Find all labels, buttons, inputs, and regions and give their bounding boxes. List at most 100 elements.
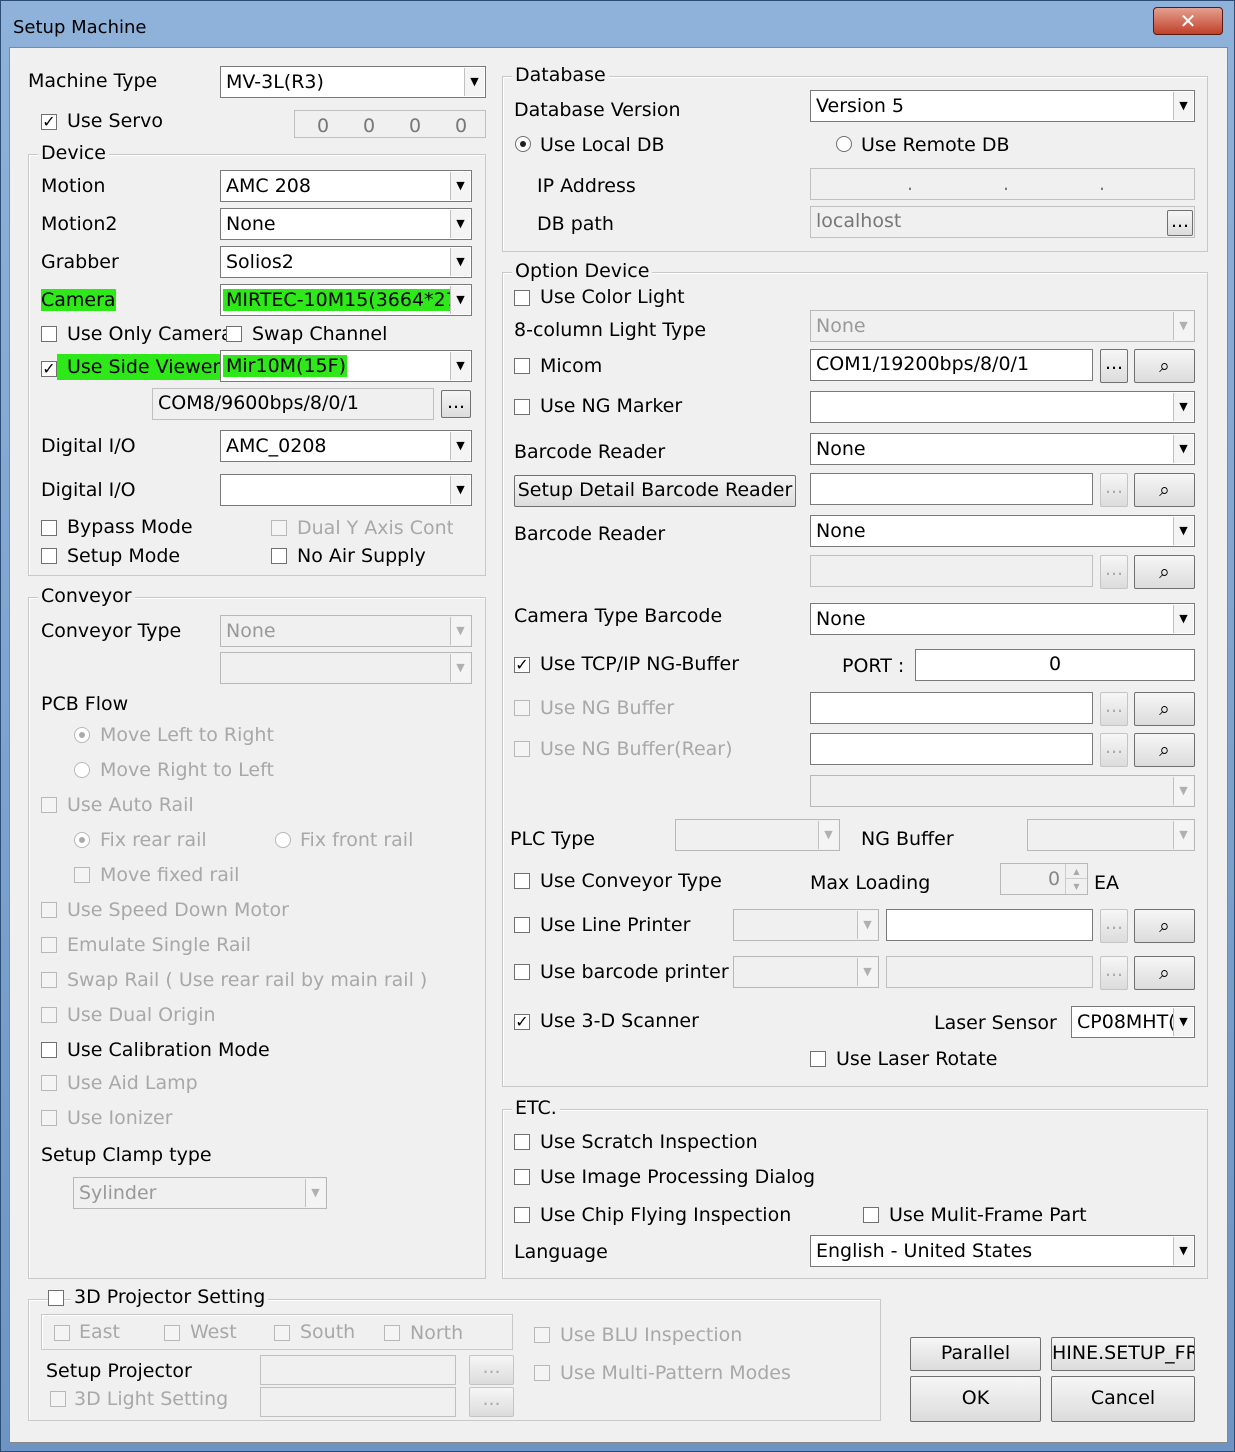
- title-bar[interactable]: Setup Machine ✕: [1, 1, 1234, 47]
- barcode-2-field[interactable]: [810, 555, 1093, 587]
- machine-setup-file-button[interactable]: HINE.SETUP_FR: [1051, 1337, 1195, 1371]
- barcode-2-browse-button[interactable]: ...: [1100, 555, 1128, 589]
- digital-io-2-combo[interactable]: ▼: [220, 474, 472, 506]
- east-checkbox[interactable]: [54, 1325, 70, 1341]
- use-speed-down-motor-checkbox[interactable]: [41, 902, 57, 918]
- south-checkbox[interactable]: [274, 1325, 290, 1341]
- setup-projector-field[interactable]: [260, 1355, 456, 1385]
- camera-type-barcode-combo[interactable]: None ▼: [810, 603, 1195, 635]
- fix-front-rail-radio[interactable]: [275, 832, 291, 848]
- use-multi-frame-part-checkbox[interactable]: [863, 1207, 879, 1223]
- ng-buffer-rear-combo[interactable]: ▼: [810, 775, 1195, 807]
- micom-browse-button[interactable]: ...: [1100, 349, 1128, 383]
- servo-ip-field[interactable]: 0 0 0 0: [294, 110, 486, 138]
- use-laser-rotate-checkbox[interactable]: [810, 1051, 826, 1067]
- machine-type-combo[interactable]: MV-3L(R3) ▼: [220, 66, 486, 98]
- barcode-search-button[interactable]: ⌕: [1134, 473, 1195, 507]
- micom-search-button[interactable]: ⌕: [1134, 349, 1195, 383]
- ng-buffer-type-combo[interactable]: ▼: [1027, 819, 1195, 851]
- ng-buffer-rear-search-button[interactable]: ⌕: [1134, 733, 1195, 767]
- use-auto-rail-checkbox[interactable]: [41, 797, 57, 813]
- barcode-browse-button[interactable]: ...: [1100, 473, 1128, 507]
- use-3d-scanner-checkbox[interactable]: ✓: [514, 1014, 530, 1030]
- db-path-browse-button[interactable]: ...: [1167, 210, 1193, 236]
- use-dual-origin-checkbox[interactable]: [41, 1007, 57, 1023]
- barcode-2-search-button[interactable]: ⌕: [1134, 555, 1195, 589]
- use-scratch-inspection-checkbox[interactable]: [514, 1134, 530, 1150]
- use-calibration-mode-checkbox[interactable]: [41, 1042, 57, 1058]
- use-ionizer-checkbox[interactable]: [41, 1110, 57, 1126]
- use-ng-buffer-rear-checkbox[interactable]: [514, 741, 530, 757]
- micom-checkbox[interactable]: [514, 358, 530, 374]
- digital-io-combo[interactable]: AMC_0208 ▼: [220, 430, 472, 462]
- ip-address-field[interactable]: . . .: [810, 168, 1195, 200]
- setup-mode-checkbox[interactable]: [41, 548, 57, 564]
- barcode-detail-field[interactable]: [810, 473, 1093, 505]
- use-local-db-radio[interactable]: [515, 136, 531, 152]
- motion2-combo[interactable]: None ▼: [220, 208, 472, 240]
- use-tcp-ng-buffer-checkbox[interactable]: ✓: [514, 657, 530, 673]
- language-combo[interactable]: English - United States ▼: [810, 1235, 1195, 1267]
- motion-combo[interactable]: AMC 208 ▼: [220, 170, 472, 202]
- move-fixed-rail-checkbox[interactable]: [74, 867, 90, 883]
- west-checkbox[interactable]: [164, 1325, 180, 1341]
- conveyor-type2-combo[interactable]: ▼: [220, 652, 472, 684]
- com-browse-button[interactable]: ...: [441, 390, 471, 418]
- use-servo-checkbox[interactable]: ✓: [41, 114, 57, 130]
- use-side-viewer-checkbox[interactable]: ✓: [41, 361, 57, 377]
- 3d-light-browse-button[interactable]: ...: [469, 1387, 514, 1417]
- setup-detail-barcode-reader-button[interactable]: Setup Detail Barcode Reader: [514, 475, 796, 507]
- no-air-supply-checkbox[interactable]: [271, 548, 287, 564]
- clamp-type-combo[interactable]: Sylinder ▼: [73, 1177, 327, 1209]
- barcode-reader-2-combo[interactable]: None ▼: [810, 515, 1195, 547]
- barcode-reader-combo[interactable]: None ▼: [810, 433, 1195, 465]
- cancel-button[interactable]: Cancel: [1051, 1376, 1195, 1422]
- side-viewer-combo[interactable]: Mir10M(15F) ▼: [220, 350, 472, 382]
- ng-buffer-rear-field[interactable]: [810, 733, 1093, 765]
- bypass-mode-checkbox[interactable]: [41, 520, 57, 536]
- move-right-to-left-radio[interactable]: [74, 762, 90, 778]
- use-only-camera-checkbox[interactable]: [41, 326, 57, 342]
- close-button[interactable]: ✕: [1153, 7, 1223, 35]
- use-conveyor-type-checkbox[interactable]: [514, 873, 530, 889]
- move-left-to-right-radio[interactable]: [74, 727, 90, 743]
- dual-y-axis-checkbox[interactable]: [271, 520, 287, 536]
- grabber-combo[interactable]: Solios2 ▼: [220, 246, 472, 278]
- fix-rear-rail-radio[interactable]: [74, 832, 90, 848]
- use-barcode-printer-checkbox[interactable]: [514, 964, 530, 980]
- barcode-printer-browse-button[interactable]: ...: [1100, 956, 1128, 990]
- 3d-light-setting-checkbox[interactable]: [50, 1391, 66, 1407]
- projector-setting-checkbox[interactable]: [48, 1290, 64, 1306]
- use-line-printer-checkbox[interactable]: [514, 917, 530, 933]
- ng-buffer-browse-button[interactable]: ...: [1100, 692, 1128, 726]
- line-printer-combo[interactable]: ▼: [733, 909, 879, 941]
- swap-rail-checkbox[interactable]: [41, 972, 57, 988]
- north-checkbox[interactable]: [384, 1325, 400, 1341]
- emulate-single-rail-checkbox[interactable]: [41, 937, 57, 953]
- use-blu-inspection-checkbox[interactable]: [534, 1327, 550, 1343]
- plc-type-combo[interactable]: ▼: [675, 819, 840, 851]
- database-version-combo[interactable]: Version 5 ▼: [810, 90, 1195, 122]
- line-printer-field[interactable]: [886, 909, 1093, 941]
- setup-projector-browse-button[interactable]: ...: [469, 1355, 514, 1385]
- camera-combo[interactable]: MIRTEC-10M15(3664*273(▼: [220, 284, 472, 316]
- barcode-printer-search-button[interactable]: ⌕: [1134, 956, 1195, 990]
- laser-sensor-combo[interactable]: CP08MHT(▼: [1071, 1006, 1195, 1038]
- use-ng-buffer-checkbox[interactable]: [514, 700, 530, 716]
- port-field[interactable]: 0: [915, 649, 1195, 681]
- max-loading-spinner[interactable]: 0 ▲ ▼: [1000, 863, 1088, 895]
- ok-button[interactable]: OK: [910, 1376, 1041, 1422]
- col8-light-type-combo[interactable]: None ▼: [810, 310, 1195, 342]
- spin-down-icon[interactable]: ▼: [1065, 879, 1087, 894]
- use-aid-lamp-checkbox[interactable]: [41, 1075, 57, 1091]
- use-remote-db-radio[interactable]: [836, 136, 852, 152]
- line-printer-browse-button[interactable]: ...: [1100, 909, 1128, 943]
- ng-buffer-field[interactable]: [810, 692, 1093, 724]
- use-color-light-checkbox[interactable]: [514, 290, 530, 306]
- spin-up-icon[interactable]: ▲: [1065, 864, 1087, 879]
- barcode-printer-combo[interactable]: ▼: [733, 956, 879, 988]
- use-chip-flying-inspection-checkbox[interactable]: [514, 1207, 530, 1223]
- ng-buffer-search-button[interactable]: ⌕: [1134, 692, 1195, 726]
- use-multi-pattern-checkbox[interactable]: [534, 1365, 550, 1381]
- use-ng-marker-checkbox[interactable]: [514, 399, 530, 415]
